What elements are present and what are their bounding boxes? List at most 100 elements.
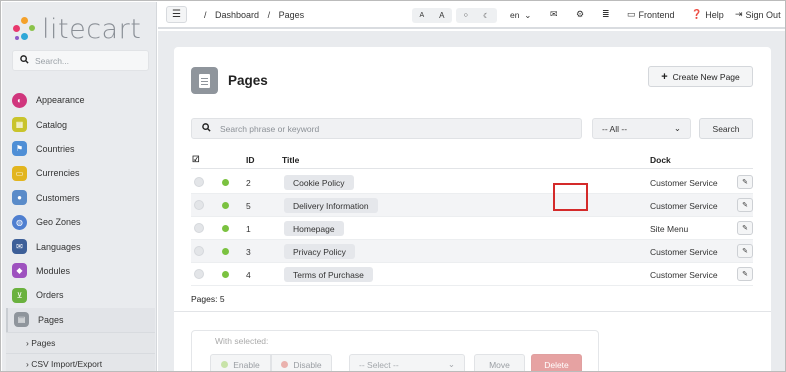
bulk-actions-panel: With selected: Enable Disable -- Select … [191, 330, 599, 371]
sidebar-item-currencies[interactable]: ▭ Currencies [6, 161, 155, 185]
cart-icon: ⊻ [12, 287, 27, 303]
sidebar-item-label: Customers [36, 192, 80, 203]
enable-button[interactable]: Enable [210, 354, 271, 371]
create-new-page-button[interactable]: + Create New Page [648, 66, 753, 87]
dock-filter-select[interactable]: -- All -- ⌄ [592, 118, 691, 139]
pencil-icon: ✎ [742, 225, 748, 232]
column-header-dock[interactable]: Dock [650, 155, 671, 165]
column-header-title[interactable]: Title [282, 155, 299, 165]
database-icon[interactable]: ≣ [602, 9, 610, 20]
font-large-button[interactable]: A [439, 11, 444, 20]
sidebar-item-appearance[interactable]: ◐ Appearance [6, 88, 155, 112]
row-id: 5 [246, 201, 251, 211]
enable-dot-icon [221, 361, 229, 368]
row-title-link[interactable]: Privacy Policy [284, 244, 355, 259]
logo[interactable]: litecart [12, 14, 141, 45]
search-input[interactable]: Search phrase or keyword [191, 118, 582, 139]
breadcrumb-pages[interactable]: Pages [279, 10, 305, 20]
sidebar-subitem-pages[interactable]: › Pages [6, 331, 155, 353]
highlight-box [553, 183, 588, 211]
font-size-toggle: A A [412, 8, 452, 23]
row-id: 4 [246, 270, 251, 280]
row-dock: Customer Service [650, 247, 718, 257]
language-selector[interactable]: en ⌄ [510, 10, 531, 21]
row-checkbox[interactable] [194, 177, 204, 187]
sidebar-item-modules[interactable]: ◆ Modules [6, 259, 155, 283]
flag-icon: ⚑ [12, 141, 27, 157]
frontend-label: Frontend [638, 9, 675, 20]
sidebar-item-orders[interactable]: ⊻ Orders [6, 283, 155, 307]
breadcrumb-dashboard[interactable]: Dashboard [215, 10, 259, 20]
chevron-down-icon: ⌄ [447, 359, 455, 369]
sidebar-item-catalog[interactable]: ▦ Catalog [6, 112, 155, 136]
sidebar: litecart Search... ◐ Appearance ▦ Catalo… [2, 2, 157, 371]
sidebar-item-countries[interactable]: ⚑ Countries [6, 137, 155, 161]
question-icon: ❓ [691, 9, 703, 19]
sign-out-link[interactable]: ⇥ Sign Out [735, 9, 781, 20]
theme-toggle[interactable]: ○ ☾ [456, 8, 497, 23]
font-small-button[interactable]: A [419, 12, 424, 19]
row-title-link[interactable]: Delivery Information [284, 198, 378, 213]
top-bar: ☰ / Dashboard / Pages A A ○ ☾ en ⌄ ✉ ⚙ ≣… [158, 2, 785, 29]
divider [174, 311, 771, 312]
sidebar-item-customers[interactable]: ● Customers [6, 186, 155, 210]
customers-icon: ● [12, 190, 27, 206]
sidebar-subitem-csv-import-export[interactable]: › CSV Import/Export [6, 352, 155, 371]
page-icon: ▤ [14, 312, 29, 328]
menu-toggle-button[interactable]: ☰ [166, 6, 187, 23]
sidebar-item-geo-zones[interactable]: ◍ Geo Zones [6, 210, 155, 234]
row-dock: Customer Service [650, 270, 718, 280]
logo-dots-icon [12, 16, 38, 42]
row-checkbox[interactable] [194, 269, 204, 279]
row-title-link[interactable]: Cookie Policy [284, 175, 354, 190]
row-title-link[interactable]: Terms of Purchase [284, 267, 373, 282]
enable-label: Enable [233, 359, 260, 370]
sidebar-item-pages[interactable]: ▤ Pages [6, 307, 155, 332]
edit-button[interactable]: ✎ [737, 175, 753, 189]
pencil-icon: ✎ [742, 248, 748, 255]
edit-button[interactable]: ✎ [737, 198, 753, 212]
sidebar-item-languages[interactable]: ✉ Languages [6, 234, 155, 258]
dark-mode-icon: ☾ [483, 12, 490, 20]
disable-dot-icon [281, 361, 289, 368]
modules-icon: ◆ [12, 263, 27, 279]
row-checkbox[interactable] [194, 200, 204, 210]
row-dock: Site Menu [650, 224, 689, 234]
create-new-page-label: Create New Page [672, 71, 740, 82]
row-checkbox[interactable] [194, 246, 204, 256]
sidebar-item-label: Orders [36, 290, 64, 301]
app-window: litecart Search... ◐ Appearance ▦ Catalo… [0, 0, 786, 372]
chat-icon: ✉ [12, 239, 27, 255]
dock-filter-value: -- All -- [602, 123, 628, 134]
mail-icon[interactable]: ✉ [550, 9, 558, 20]
move-button[interactable]: Move [474, 354, 525, 371]
edit-button[interactable]: ✎ [737, 267, 753, 281]
card-header: Pages [191, 67, 268, 94]
edit-button[interactable]: ✎ [737, 244, 753, 258]
help-link[interactable]: ❓ Help [691, 9, 724, 20]
status-enabled-icon [222, 202, 229, 209]
edit-button[interactable]: ✎ [737, 221, 753, 235]
page-icon [191, 67, 218, 94]
row-checkbox[interactable] [194, 223, 204, 233]
move-target-value: -- Select -- [359, 359, 399, 370]
page-title: Pages [228, 73, 268, 88]
pages-card: Pages + Create New Page Search phrase or… [174, 47, 771, 371]
sidebar-search-input[interactable]: Search... [12, 50, 149, 71]
row-title-link[interactable]: Homepage [284, 221, 344, 236]
appearance-icon: ◐ [12, 92, 27, 108]
sidebar-item-label: Modules [36, 265, 71, 276]
gears-icon[interactable]: ⚙ [576, 9, 584, 20]
disable-button[interactable]: Disable [271, 354, 332, 371]
search-button[interactable]: Search [699, 118, 753, 139]
select-all-checkbox-icon[interactable]: ☑ [192, 154, 200, 165]
delete-button[interactable]: Delete [531, 354, 582, 371]
frontend-link[interactable]: ▭ Frontend [627, 9, 675, 20]
column-header-id[interactable]: ID [246, 155, 255, 165]
move-target-select[interactable]: -- Select -- ⌄ [349, 354, 465, 371]
chevron-right-icon: › [26, 358, 29, 369]
sidebar-nav: ◐ Appearance ▦ Catalog ⚑ Countries ▭ Cur… [6, 88, 155, 371]
sidebar-item-label: Catalog [36, 119, 68, 130]
table-row: 5 Delivery Information Customer Service … [191, 194, 753, 217]
search-icon [192, 123, 220, 134]
